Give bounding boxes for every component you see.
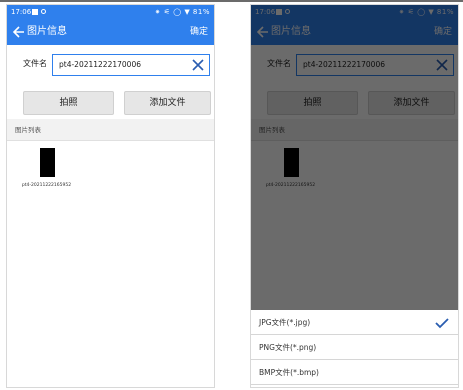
thumbnail-caption: pt4-20211222165952 [21, 183, 72, 188]
file-type-option-bmp[interactable]: BMP文件(*.bmp) [251, 360, 458, 385]
page-title: 图片信息 [27, 26, 67, 37]
status-bar: 17:06 ⁕ ⚟ ◯ ▼ 81% [7, 5, 214, 19]
image-thumbnail[interactable]: pt4-20211222165952 [11, 145, 82, 197]
file-name-row: 文件名 pt4-20211222170006 [7, 45, 214, 85]
file-type-option-png[interactable]: PNG文件(*.png) [251, 335, 458, 360]
image-list-header: 图片列表 [7, 119, 214, 141]
add-file-button[interactable]: 添加文件 [124, 91, 211, 115]
app-bar: 图片信息 确定 [7, 19, 214, 45]
file-type-sheet: JPG文件(*.jpg) PNG文件(*.png) BMP文件(*.bmp) [251, 310, 458, 387]
file-name-label: 文件名 [23, 59, 47, 68]
phone-screen-file-type-sheet: 17:06 ⁕ ⚟ ◯ ▼ 81% 图片信息 确定 文件名 pt4-202112… [250, 4, 459, 388]
status-indicators: ⁕ ⚟ ◯ ▼ 81% [154, 8, 210, 16]
top-divider [0, 0, 463, 2]
file-type-label: PNG文件(*.png) [259, 343, 317, 352]
file-name-value[interactable]: pt4-20211222170006 [59, 55, 141, 75]
confirm-button[interactable]: 确定 [190, 19, 208, 45]
file-type-label: JPG文件(*.jpg) [259, 318, 311, 327]
clear-icon[interactable] [190, 57, 206, 73]
back-arrow-icon[interactable] [11, 24, 27, 40]
check-icon [435, 318, 449, 329]
status-time: 17:06 [11, 8, 32, 16]
file-type-option-jpg[interactable]: JPG文件(*.jpg) [251, 310, 458, 335]
phone-screen-main: 17:06 ⁕ ⚟ ◯ ▼ 81% 图片信息 确定 文件名 pt4-202112… [6, 4, 215, 388]
thumbnail-image [40, 148, 55, 177]
take-photo-button[interactable]: 拍照 [23, 91, 114, 115]
sync-icon [41, 9, 46, 14]
file-type-label: BMP文件(*.bmp) [259, 368, 319, 377]
file-name-field[interactable]: pt4-20211222170006 [52, 54, 210, 76]
notification-icon [32, 9, 38, 15]
